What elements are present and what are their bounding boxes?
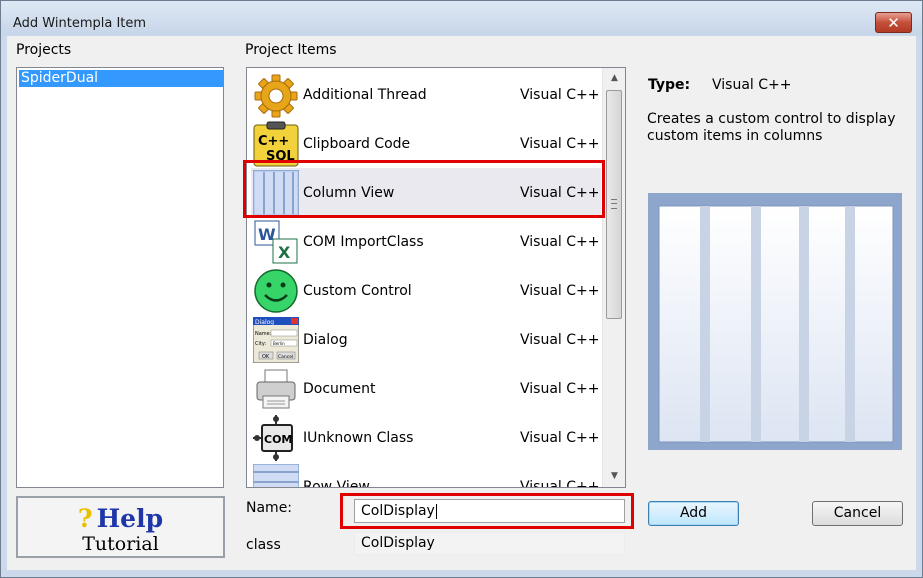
- smiley-icon: [254, 269, 298, 313]
- list-item-document[interactable]: Document Visual C++: [251, 364, 601, 412]
- svg-text:OK: OK: [262, 354, 270, 360]
- window-title: Add Wintempla Item: [13, 16, 147, 31]
- svg-text:Name:: Name:: [255, 331, 272, 337]
- description-line-1: Creates a custom control to display: [647, 111, 896, 127]
- projects-list[interactable]: SpiderDual: [16, 67, 224, 488]
- type-label: Type:: [648, 77, 691, 93]
- tutorial-label: Tutorial: [82, 533, 159, 555]
- question-mark-icon: ?: [77, 504, 93, 533]
- word-excel-icon: W X: [254, 220, 298, 264]
- list-item-additional-thread[interactable]: Additional Thread Visual C++: [251, 70, 601, 118]
- projects-label: Projects: [16, 42, 72, 58]
- printer-icon: [256, 369, 296, 409]
- svg-text:Cancel: Cancel: [278, 354, 293, 360]
- list-item-dialog[interactable]: Dialog Name: City: Berlin OK Cancel Dial…: [251, 315, 601, 363]
- svg-text:X: X: [278, 243, 291, 262]
- item-name: Row View: [303, 479, 370, 488]
- project-item-spiderdual[interactable]: SpiderDual: [19, 70, 223, 87]
- class-label: class: [246, 537, 281, 553]
- item-name: Clipboard Code: [303, 136, 411, 152]
- help-title: ? Help: [18, 504, 223, 533]
- scroll-down-arrow-icon[interactable]: ▼: [603, 468, 625, 485]
- project-items-list[interactable]: Additional Thread Visual C++ C++ SQL Cli…: [246, 67, 626, 488]
- name-highlight-box: [340, 493, 634, 529]
- item-type: Visual C++: [520, 87, 600, 103]
- column-view-preview: [648, 193, 902, 450]
- item-name: Custom Control: [303, 283, 412, 299]
- item-type: Visual C++: [520, 136, 600, 152]
- items-scrollbar[interactable]: ▲ ▼: [602, 68, 625, 487]
- scroll-up-arrow-icon[interactable]: ▲: [603, 70, 625, 87]
- com-chip-icon: COM: [253, 415, 293, 461]
- svg-text:Berlin: Berlin: [273, 341, 285, 346]
- svg-text:COM: COM: [264, 433, 292, 446]
- add-button[interactable]: Add: [648, 501, 739, 526]
- item-type: Visual C++: [520, 479, 600, 488]
- list-item-com-importclass[interactable]: W X COM ImportClass Visual C++: [251, 217, 601, 265]
- item-type: Visual C++: [520, 234, 600, 250]
- row-view-icon: [253, 464, 299, 487]
- item-type: Visual C++: [520, 430, 600, 446]
- type-value: Visual C++: [712, 77, 792, 93]
- selection-highlight-box: [243, 160, 605, 218]
- list-item-custom-control[interactable]: Custom Control Visual C++: [251, 266, 601, 314]
- title-bar: Add Wintempla Item ✕: [1, 1, 922, 35]
- grip-icon: [611, 199, 617, 209]
- scrollbar-thumb[interactable]: [606, 90, 622, 319]
- dialog-icon: Dialog Name: City: Berlin OK Cancel: [253, 317, 299, 363]
- cancel-button[interactable]: Cancel: [812, 501, 903, 526]
- help-tutorial-button[interactable]: ? Help Tutorial: [16, 496, 225, 558]
- gear-icon: [254, 74, 298, 118]
- item-name: Additional Thread: [303, 87, 427, 103]
- svg-text:Dialog: Dialog: [255, 319, 274, 326]
- item-name: Dialog: [303, 332, 348, 348]
- description-line-2: custom items in columns: [647, 128, 823, 144]
- help-label: Help: [96, 504, 164, 533]
- item-name: Document: [303, 381, 376, 397]
- project-items-label: Project Items: [245, 42, 337, 58]
- list-item-iunknown-class[interactable]: COM IUnknown Class Visual C++: [251, 413, 601, 461]
- list-item-row-view[interactable]: Row View Visual C++: [251, 462, 601, 488]
- close-button[interactable]: ✕: [875, 12, 912, 33]
- item-type: Visual C++: [520, 283, 600, 299]
- name-label: Name:: [246, 500, 293, 516]
- class-field: ColDisplay: [354, 532, 625, 555]
- item-name: IUnknown Class: [303, 430, 414, 446]
- svg-text:City:: City:: [255, 341, 266, 347]
- item-type: Visual C++: [520, 381, 600, 397]
- svg-text:C++: C++: [258, 134, 289, 149]
- item-name: COM ImportClass: [303, 234, 424, 250]
- item-type: Visual C++: [520, 332, 600, 348]
